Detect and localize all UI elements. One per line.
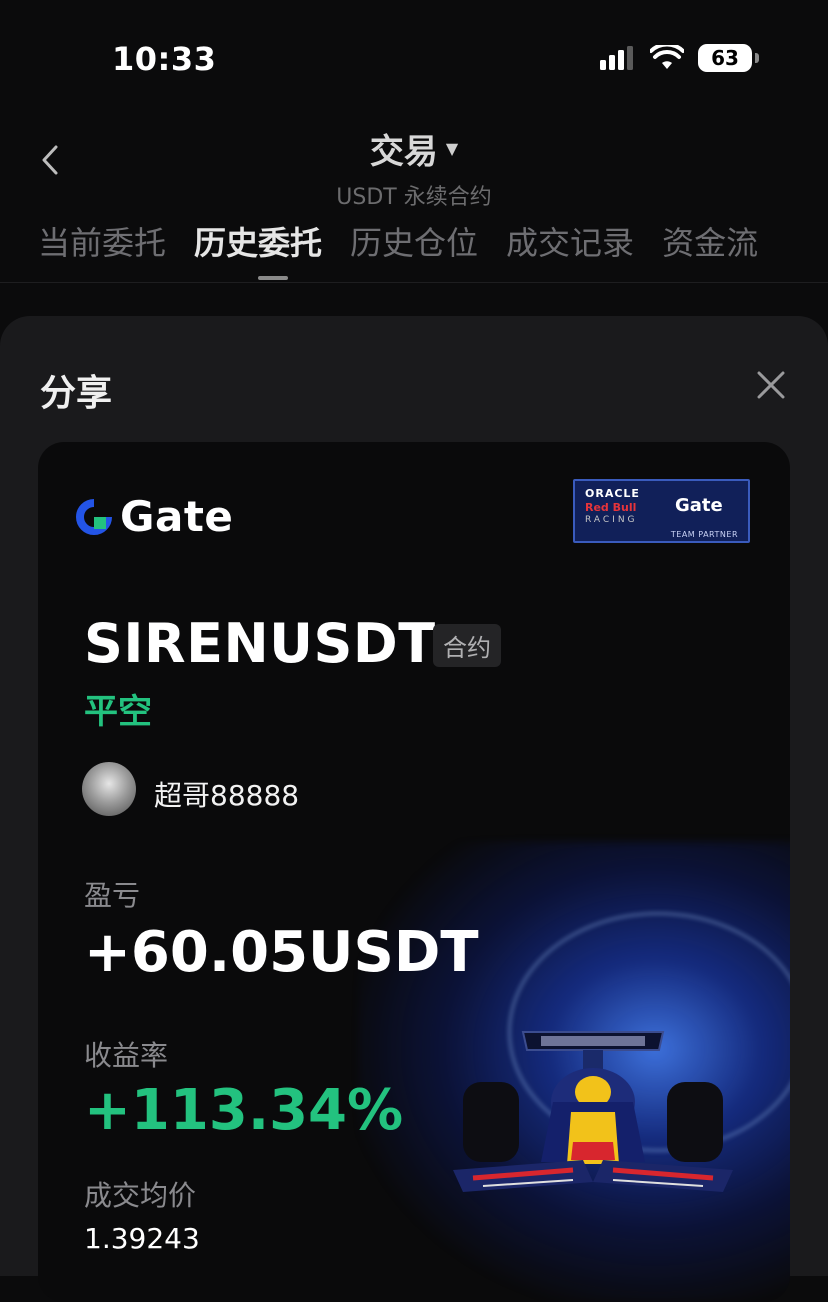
roi-value: +113.34% (84, 1078, 404, 1143)
pnl-label: 盈亏 (84, 879, 141, 912)
contract-type-tag: 合约 (433, 624, 501, 667)
battery-indicator: 63 (698, 44, 759, 72)
close-button[interactable] (754, 368, 788, 402)
partner-oracle-text: ORACLE (585, 487, 640, 500)
share-sheet: 分享 Gate ORACLE Red Bull RACING Gate TEAM… (0, 316, 828, 1302)
contract-symbol: SIRENUSDT (84, 612, 436, 675)
username: 超哥88888 (154, 779, 300, 812)
tab-funding-flow[interactable]: 资金流 (662, 218, 758, 264)
nav-header: 交易 ▼ USDT 永续合约 当前委托 历史委托 历史仓位 成交记录 资金流 (0, 110, 828, 280)
close-icon (757, 371, 785, 399)
race-car-illustration (453, 1031, 733, 1192)
cellular-signal-icon (600, 46, 633, 70)
gate-logo-text: Gate (120, 492, 234, 541)
status-bar: 10:33 63 (0, 0, 828, 110)
gate-logo: Gate (74, 492, 233, 541)
partner-team-text: TEAM PARTNER (670, 530, 738, 539)
sheet-title: 分享 (40, 373, 113, 414)
tab-bar: 当前委托 历史委托 历史仓位 成交记录 资金流 (38, 218, 828, 264)
partner-gate-text: Gate (675, 495, 723, 516)
tab-trade-history[interactable]: 成交记录 (506, 218, 634, 264)
avg-price-label: 成交均价 (84, 1179, 197, 1212)
page-title[interactable]: 交易 ▼ (370, 124, 458, 173)
status-icons: 63 (600, 44, 759, 72)
avatar (82, 762, 136, 816)
pnl-value: +60.05USDT (84, 920, 479, 985)
active-tab-indicator (258, 276, 288, 280)
status-time: 10:33 (112, 40, 217, 78)
page-title-text: 交易 (369, 132, 438, 172)
position-side: 平空 (84, 692, 152, 732)
tab-position-history[interactable]: 历史仓位 (350, 218, 478, 264)
caret-down-icon: ▼ (445, 139, 459, 158)
wifi-icon (650, 45, 684, 69)
partner-badge: ORACLE Red Bull RACING Gate TEAM PARTNER (573, 479, 750, 543)
title-group[interactable]: 交易 ▼ USDT 永续合约 (0, 124, 828, 211)
page-subtitle: USDT 永续合约 (336, 185, 492, 210)
roi-label: 收益率 (84, 1039, 169, 1072)
share-card: Gate ORACLE Red Bull RACING Gate TEAM PA… (38, 442, 790, 1302)
avg-price-value: 1.39243 (84, 1222, 200, 1255)
partner-racing-text: RACING (585, 515, 638, 525)
tab-order-history[interactable]: 历史委托 (194, 218, 322, 264)
nav-divider (0, 282, 828, 283)
gate-logo-icon (76, 498, 112, 535)
partner-redbull-text: Red Bull (585, 501, 637, 514)
tab-current-orders[interactable]: 当前委托 (38, 218, 166, 264)
